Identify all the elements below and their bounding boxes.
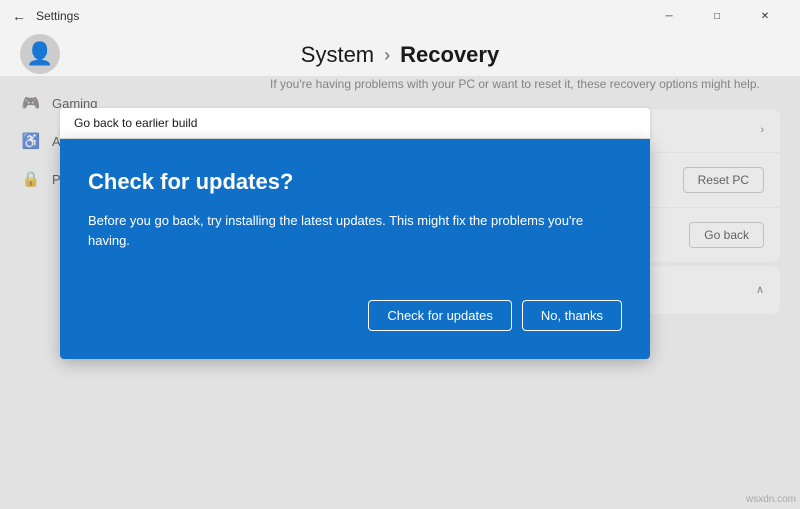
maximize-button[interactable]: □ xyxy=(694,0,740,32)
titlebar-title: Settings xyxy=(36,9,79,23)
dialog: Go back to earlier build Check for updat… xyxy=(60,108,650,359)
back-button[interactable]: ← xyxy=(12,8,26,24)
avatar: 👤 xyxy=(20,34,60,74)
close-button[interactable]: ✕ xyxy=(742,0,788,32)
dialog-message: Before you go back, try installing the l… xyxy=(88,211,622,250)
dialog-title: Check for updates? xyxy=(88,169,622,195)
user-icon: 👤 xyxy=(26,41,53,67)
check-updates-button[interactable]: Check for updates xyxy=(368,300,512,331)
breadcrumb-separator: › xyxy=(384,45,390,66)
titlebar: ← Settings ─ □ ✕ xyxy=(0,0,800,32)
breadcrumb: System › Recovery xyxy=(301,42,499,68)
content-area: 🎮 Gaming ♿ Accessibility 🔒 Privacy & Sec… xyxy=(0,76,800,509)
dialog-body: Check for updates? Before you go back, t… xyxy=(60,139,650,359)
settings-window: ← Settings ─ □ ✕ 👤 System › Recovery 🎮 G… xyxy=(0,0,800,509)
page-title: Recovery xyxy=(400,42,499,68)
dialog-actions: Check for updates No, thanks xyxy=(88,300,622,331)
minimize-button[interactable]: ─ xyxy=(646,0,692,32)
no-thanks-button[interactable]: No, thanks xyxy=(522,300,622,331)
breadcrumb-parent: System xyxy=(301,42,374,68)
window-controls: ─ □ ✕ xyxy=(646,0,788,32)
page-header: 👤 System › Recovery xyxy=(0,32,800,76)
dialog-wrapper: Go back to earlier build Check for updat… xyxy=(0,76,800,509)
dialog-titlebar: Go back to earlier build xyxy=(60,108,650,139)
